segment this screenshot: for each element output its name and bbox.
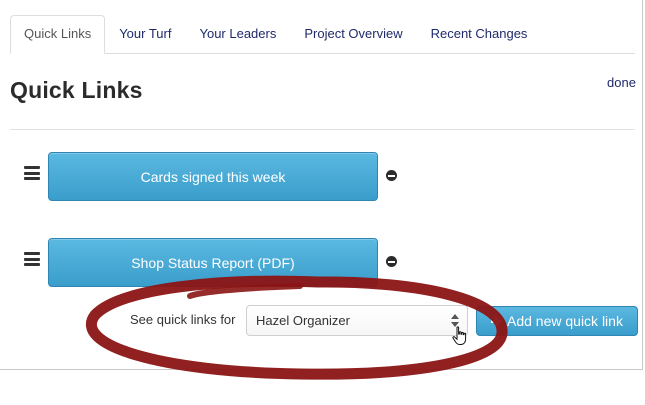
- drag-handle-icon[interactable]: [24, 252, 40, 266]
- owner-select-value: Hazel Organizer: [256, 313, 350, 328]
- drag-handle-icon[interactable]: [24, 166, 40, 180]
- quick-links-panel: Quick Links Your Turf Your Leaders Proje…: [0, 0, 643, 370]
- add-quick-link-button[interactable]: Add new quick link: [476, 306, 638, 336]
- quick-link-row: Shop Status Report (PDF): [22, 238, 402, 288]
- page-title: Quick Links: [10, 77, 143, 103]
- select-arrows-icon: [451, 314, 459, 328]
- remove-link-icon[interactable]: [386, 170, 397, 181]
- tab-project-overview[interactable]: Project Overview: [290, 15, 416, 53]
- quick-link-button[interactable]: Cards signed this week: [48, 152, 378, 201]
- tab-bar: Quick Links Your Turf Your Leaders Proje…: [10, 14, 635, 54]
- tab-quick-links[interactable]: Quick Links: [10, 15, 106, 54]
- done-link[interactable]: done: [607, 75, 636, 90]
- see-quick-links-label: See quick links for: [130, 312, 236, 327]
- quick-link-button[interactable]: Shop Status Report (PDF): [48, 238, 378, 287]
- tab-your-leaders[interactable]: Your Leaders: [185, 15, 290, 53]
- plus-icon: [491, 316, 501, 326]
- quick-link-row: Cards signed this week: [22, 152, 402, 202]
- divider: [10, 129, 635, 130]
- add-quick-link-label: Add new quick link: [507, 313, 623, 329]
- owner-select[interactable]: Hazel Organizer: [246, 305, 468, 336]
- remove-link-icon[interactable]: [386, 256, 397, 267]
- tab-recent-changes[interactable]: Recent Changes: [417, 15, 542, 53]
- tab-your-turf[interactable]: Your Turf: [105, 15, 185, 53]
